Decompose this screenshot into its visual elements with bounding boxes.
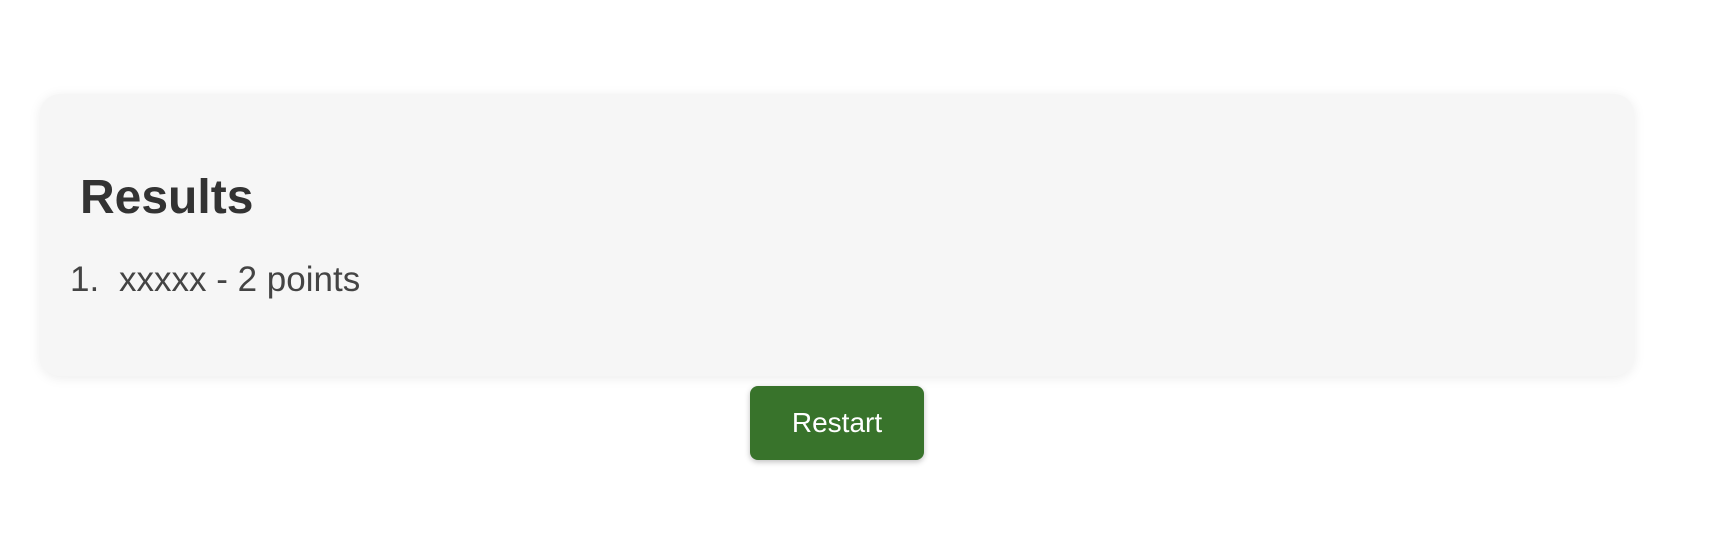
results-list: 1. xxxxx - 2 points [70, 262, 360, 297]
restart-button[interactable]: Restart [750, 386, 924, 460]
results-title: Results [80, 171, 254, 224]
results-item-text: xxxxx - 2 points [119, 260, 361, 299]
results-card: Results 1. xxxxx - 2 points [40, 94, 1634, 376]
results-list-item: 1. xxxxx - 2 points [70, 262, 360, 297]
results-item-index: 1. [70, 260, 100, 299]
